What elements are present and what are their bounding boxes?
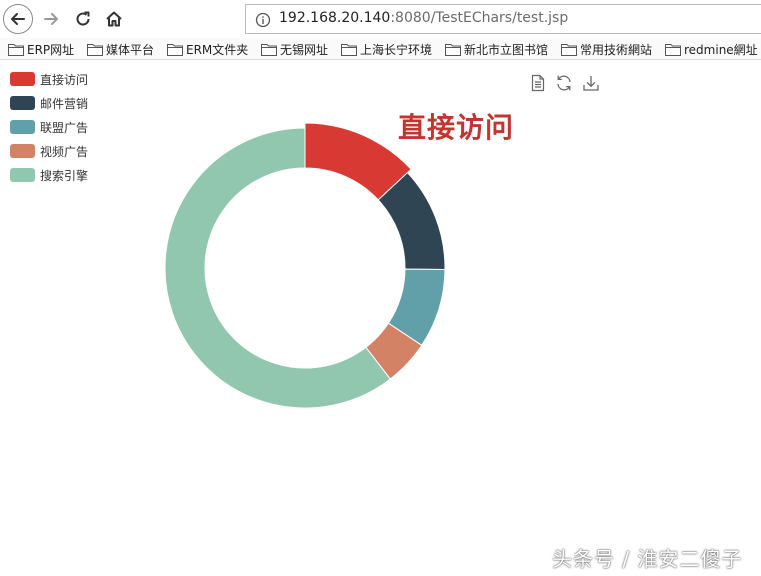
browser-window: { "browser": { "url_host": "192.168.20.1… (0, 0, 761, 576)
hover-label: 直接访问 (398, 111, 515, 144)
watermark: 头条号 / 淮安二傻子 (552, 547, 743, 571)
donut-chart (164, 122, 446, 409)
